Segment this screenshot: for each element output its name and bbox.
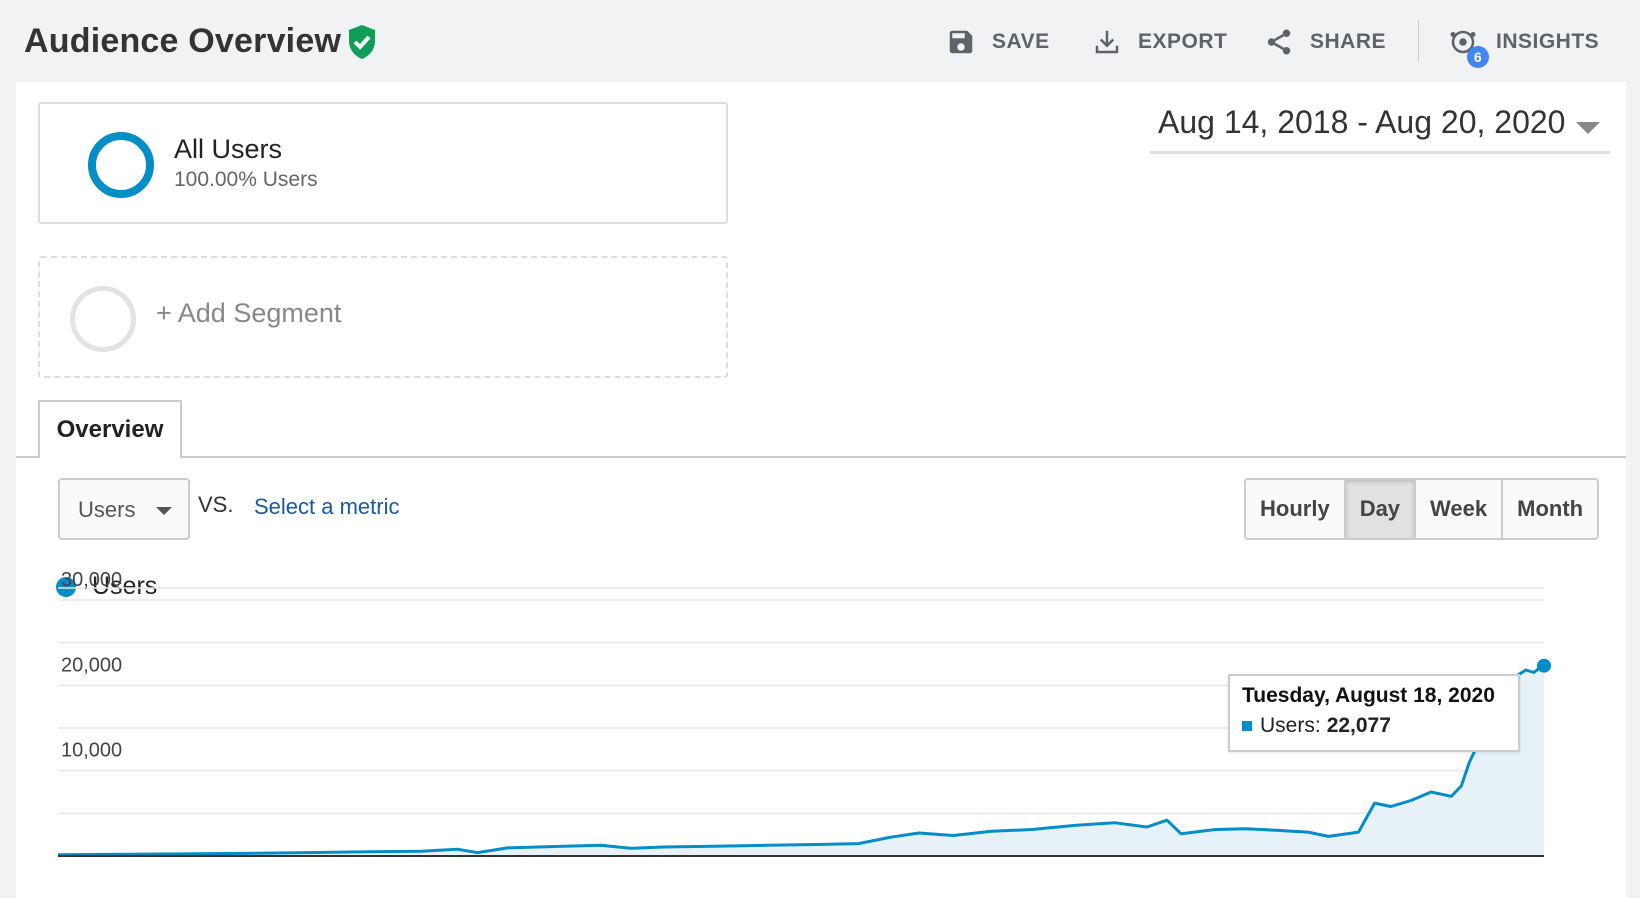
- save-icon: [949, 30, 973, 54]
- insights-label: INSIGHTS: [1496, 30, 1600, 53]
- tooltip-date: Tuesday, August 18, 2020: [1242, 684, 1495, 707]
- last-point-marker[interactable]: [1537, 658, 1551, 673]
- tooltip-value: 22,077: [1326, 714, 1391, 737]
- y-tick-label: 10,000: [61, 740, 122, 762]
- users-line-chart[interactable]: 30,000 20,000 10,000: [16, 82, 1626, 898]
- export-label: EXPORT: [1138, 30, 1228, 53]
- y-tick-label: 20,000: [61, 654, 122, 676]
- y-tick-label: 30,000: [61, 569, 122, 591]
- export-button[interactable]: EXPORT: [1092, 24, 1227, 60]
- share-icon: [1267, 29, 1291, 55]
- main-panel: All Users 100.00% Users + Add Segment Au…: [16, 82, 1626, 898]
- chart-tooltip: Tuesday, August 18, 2020 Users: 22,077: [1228, 674, 1520, 752]
- share-label: SHARE: [1310, 30, 1387, 53]
- tab-overview[interactable]: Overview: [38, 400, 182, 458]
- header: Audience Overview SAVE EXPORT SHARE 6 IN…: [0, 0, 1640, 82]
- tooltip-row: Users: 22,077: [1242, 714, 1506, 738]
- save-button[interactable]: SAVE: [946, 24, 1050, 60]
- insights-badge: 6: [1467, 46, 1489, 68]
- tooltip-label: Users:: [1260, 714, 1321, 737]
- download-icon: [1095, 30, 1119, 54]
- header-divider: [1418, 20, 1419, 62]
- save-label: SAVE: [992, 30, 1050, 53]
- page-title: Audience Overview: [24, 22, 342, 60]
- verified-shield-icon: [349, 25, 375, 59]
- insights-button[interactable]: 6 INSIGHTS: [1448, 24, 1600, 68]
- tooltip-swatch: [1242, 721, 1252, 731]
- share-button[interactable]: SHARE: [1264, 24, 1386, 60]
